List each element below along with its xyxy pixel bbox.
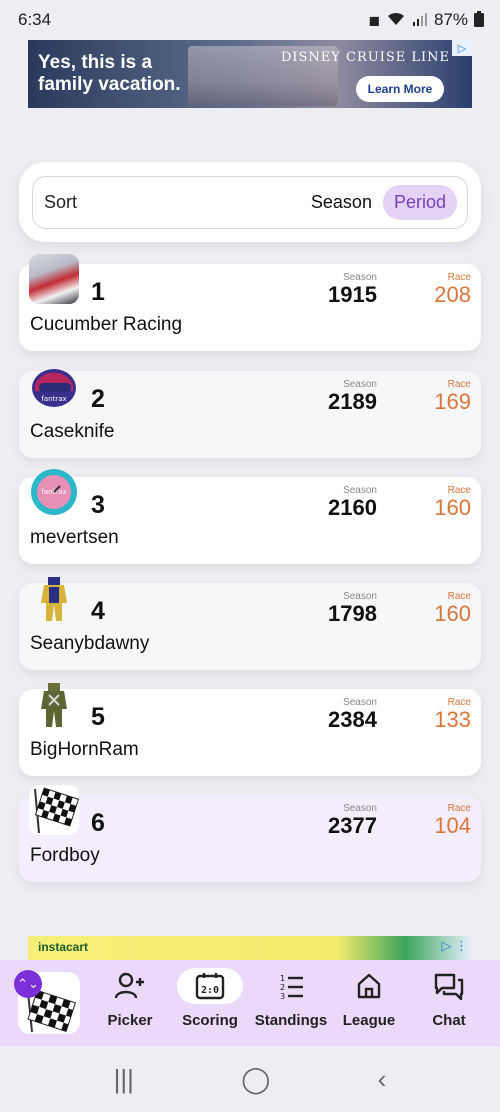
nav-item-standings[interactable]: 123 Standings (251, 968, 331, 1029)
nav-label: Picker (107, 1012, 153, 1029)
nav-item-scoring[interactable]: 2:0 Scoring (170, 968, 250, 1029)
chat-icon (416, 968, 482, 1004)
ad-banner-bottom[interactable]: instacart ▷ ⋮ (28, 936, 472, 960)
adchoices-icon[interactable]: ▷ ⋮ (441, 938, 468, 954)
ad-brand: DISNEY CRUISE LINE (280, 50, 450, 65)
season-points: 1915 (328, 282, 377, 307)
firesuit-green-icon (29, 679, 79, 729)
team-rank: 4 (91, 597, 105, 625)
adchoices-icon[interactable]: ▷ (452, 40, 472, 56)
team-rank: 2 (91, 385, 105, 413)
team-name: Cucumber Racing (30, 314, 183, 335)
race-stat: Race 160 (434, 485, 471, 520)
sort-label: Sort (44, 192, 78, 212)
nav-item-league[interactable]: League (329, 968, 409, 1029)
race-points: 208 (434, 282, 471, 307)
race-points: 160 (434, 601, 471, 626)
home-icon (337, 968, 401, 1004)
home-button-icon[interactable]: ◯ (241, 1064, 270, 1095)
team-name: Caseknife (30, 421, 115, 442)
team-row[interactable]: 5 BigHornRam Season 2384 Race 133 (19, 683, 481, 776)
season-stat: Season 2377 (328, 803, 377, 838)
team-rank: 1 (91, 278, 105, 306)
nav-label: Chat (432, 1012, 466, 1029)
ad-learn-more-button[interactable]: Learn More (356, 76, 444, 102)
season-stat: Season 1915 (328, 272, 377, 307)
season-points: 2377 (328, 813, 377, 838)
season-points: 2384 (328, 707, 377, 732)
race-points: 169 (434, 389, 471, 414)
season-points: 2160 (328, 495, 377, 520)
svg-text:1: 1 (280, 974, 285, 983)
nav-label: Scoring (182, 1012, 238, 1029)
team-name: mevertsen (30, 527, 119, 548)
season-points: 1798 (328, 601, 377, 626)
season-stat: Season 2189 (328, 379, 377, 414)
add-user-icon (96, 968, 164, 1004)
sort-option-season[interactable]: Season (300, 185, 383, 220)
team-row[interactable]: fantrax 3 mevertsen Season 2160 Race 160 (19, 469, 481, 564)
season-stat: Season 1798 (328, 591, 377, 626)
team-rank: 6 (91, 809, 105, 837)
recents-icon[interactable]: ||| (114, 1064, 134, 1095)
team-name: Seanybdawny (30, 633, 150, 654)
sort-option-period[interactable]: Period (382, 185, 457, 220)
back-icon[interactable]: ‹ (378, 1064, 387, 1095)
svg-text:2: 2 (280, 983, 285, 992)
race-points: 133 (434, 707, 471, 732)
wifi-icon (386, 11, 406, 30)
team-row[interactable]: 1 Cucumber Racing Season 1915 Race 208 (19, 254, 481, 351)
team-name: Fordboy (30, 845, 100, 866)
race-stat: Race 133 (434, 697, 471, 732)
team-row[interactable]: 4 Seanybdawny Season 1798 Race 160 (19, 577, 481, 670)
bottom-navigation: ⌃⌄ Picker 2:0 Scoring 123 Standings Leag… (0, 960, 500, 1046)
firesuit-yellow-icon (29, 573, 79, 623)
nav-item-picker[interactable]: Picker (90, 968, 170, 1029)
checkered-flag-icon (29, 785, 79, 835)
team-rank: 3 (91, 491, 105, 519)
ad-headline: Yes, this is a family vacation. (38, 52, 181, 95)
race-stat: Race 169 (434, 379, 471, 414)
race-stat: Race 160 (434, 591, 471, 626)
team-row[interactable]: 6 Fordboy Season 2377 Race 104 (19, 785, 481, 882)
season-stat: Season 2160 (328, 485, 377, 520)
race-stat: Race 104 (434, 803, 471, 838)
sort-card: Sort Season Period (19, 162, 481, 242)
ad-banner-top[interactable]: Yes, this is a family vacation. DISNEY C… (28, 40, 472, 108)
nav-label: League (342, 1012, 396, 1029)
season-points: 2189 (328, 389, 377, 414)
svg-text:3: 3 (280, 992, 285, 1000)
sort-control: Sort Season Period (32, 176, 468, 229)
helmet-icon: fantrax (29, 361, 79, 411)
race-stat: Race 208 (434, 272, 471, 307)
team-rank: 5 (91, 703, 105, 731)
numbered-list-icon: 123 (259, 968, 323, 1004)
driver-photo-avatar (29, 254, 79, 304)
team-name: BigHornRam (30, 739, 139, 760)
nav-item-chat[interactable]: Chat (409, 968, 489, 1029)
status-icons: ◼ 87% (368, 10, 484, 30)
team-row[interactable]: fantrax 2 Caseknife Season 2189 Race 169 (19, 369, 481, 458)
expand-collapse-icon[interactable]: ⌃⌄ (14, 970, 42, 998)
svg-text:fantrax: fantrax (41, 395, 66, 403)
race-points: 104 (434, 813, 471, 838)
battery-percent: 87% (433, 10, 468, 29)
ad-brand: instacart (38, 940, 89, 954)
signal-icon (412, 12, 428, 29)
shield-icon: ◼ (368, 11, 380, 28)
battery-icon (474, 10, 484, 30)
nav-label: Standings (254, 1012, 328, 1029)
system-navigation-bar: ||| ◯ ‹ (0, 1046, 500, 1112)
status-time: 6:34 (18, 10, 52, 29)
season-stat: Season 2384 (328, 697, 377, 732)
status-bar: 6:34 ◼ 87% (0, 0, 500, 40)
race-points: 160 (434, 495, 471, 520)
steering-wheel-icon: fantrax (29, 467, 79, 517)
scoreboard-icon: 2:0 (177, 968, 243, 1004)
svg-text:2:0: 2:0 (201, 985, 219, 996)
